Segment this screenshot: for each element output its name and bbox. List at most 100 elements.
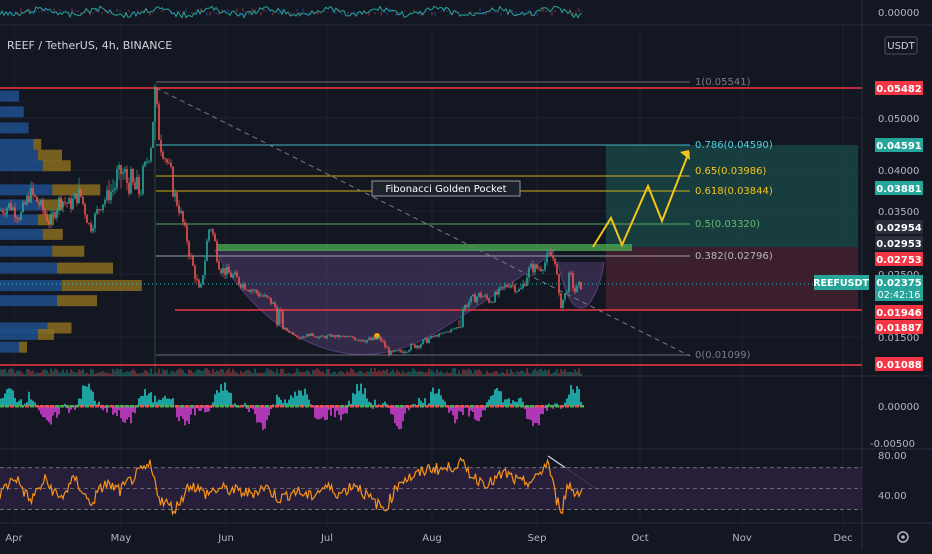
volume-bar xyxy=(528,373,530,376)
candle-body xyxy=(236,272,238,277)
candle-body xyxy=(354,338,356,341)
candle-body xyxy=(388,348,390,355)
volume-bar xyxy=(122,373,124,376)
candle-body xyxy=(316,337,318,338)
candle-body xyxy=(262,296,264,297)
volume-bar xyxy=(568,372,570,376)
candle-body xyxy=(380,337,382,341)
volume-bar xyxy=(62,370,64,376)
volume-bar xyxy=(478,369,480,376)
candle-body xyxy=(18,219,20,220)
candle-body xyxy=(478,293,480,297)
momentum-bar xyxy=(222,391,224,406)
candle-body xyxy=(318,337,320,338)
volume-bar xyxy=(140,373,142,376)
candle-body xyxy=(94,214,96,229)
volume-bar xyxy=(90,369,92,376)
volume-bar xyxy=(512,372,514,376)
candle-body xyxy=(368,338,370,340)
candle-body xyxy=(558,274,560,293)
momentum-bar xyxy=(520,398,522,406)
candle-body xyxy=(346,336,348,337)
volume-bar xyxy=(264,372,266,376)
candle-body xyxy=(14,208,16,218)
volume-bar xyxy=(178,368,180,376)
volume-bar xyxy=(316,368,318,376)
candle-body xyxy=(496,292,498,295)
volume-bar xyxy=(198,370,200,376)
candle-body xyxy=(528,268,530,278)
momentum-dot xyxy=(95,405,99,408)
candle-body xyxy=(324,336,326,338)
candle-body xyxy=(422,340,424,345)
candle-body xyxy=(24,203,26,205)
candle-body xyxy=(476,297,478,302)
candle-body xyxy=(270,298,272,304)
volume-bar xyxy=(384,371,386,376)
x-tick-6: Oct xyxy=(631,533,648,544)
candle-body xyxy=(294,335,296,336)
candle-body xyxy=(148,161,150,162)
volume-bar xyxy=(160,373,162,376)
momentum-bar xyxy=(122,406,124,422)
volume-bar xyxy=(578,368,580,376)
momentum-dot xyxy=(265,405,269,408)
candle-body xyxy=(490,302,492,303)
price-chart[interactable]: 1(0.05541)0.786(0.04590)0.65(0.03986)0.6… xyxy=(0,0,932,550)
volume-bar xyxy=(152,374,154,376)
momentum-bar xyxy=(214,394,216,406)
volume-bar xyxy=(558,373,560,376)
candle-body xyxy=(364,341,366,342)
volume-bar xyxy=(50,369,52,376)
momentum-bar xyxy=(90,390,92,406)
momentum-bar xyxy=(266,406,268,420)
candle-body xyxy=(88,223,90,224)
candle-body xyxy=(86,215,88,223)
momentum-dot xyxy=(25,405,29,408)
momentum-bar xyxy=(42,406,44,417)
momentum-bar xyxy=(356,384,358,406)
momentum-bar xyxy=(518,398,520,406)
momentum-bar xyxy=(490,396,492,406)
volume-bar xyxy=(196,370,198,376)
volume-bar xyxy=(88,374,90,376)
candle-body xyxy=(102,204,104,210)
volume-bar xyxy=(330,374,332,376)
volume-bar xyxy=(508,373,510,376)
momentum-dot xyxy=(110,405,114,408)
momentum-dot xyxy=(575,405,579,408)
volume-bar xyxy=(260,373,262,376)
candle-body xyxy=(258,293,260,296)
golden-pocket-annotation[interactable]: Fibonacci Golden Pocket xyxy=(372,181,520,196)
momentum-bar xyxy=(292,398,294,406)
momentum-tick-1: -0.00500 xyxy=(870,439,915,450)
fib-label-1: 0.786(0.04590) xyxy=(695,140,773,151)
candle-body xyxy=(378,337,380,338)
candle-body xyxy=(10,203,12,210)
momentum-dot xyxy=(535,405,539,408)
volume-bar xyxy=(58,373,60,376)
volume-bar xyxy=(8,370,10,376)
momentum-dot xyxy=(0,405,4,408)
y-tick-4: 0.01500 xyxy=(878,333,919,344)
momentum-bar xyxy=(290,395,292,406)
candle-body xyxy=(114,188,116,190)
volume-bar xyxy=(42,370,44,376)
volume-bar xyxy=(492,372,494,376)
momentum-bar xyxy=(0,399,2,406)
volume-bar xyxy=(314,370,316,376)
vp-bar-a-3 xyxy=(0,139,33,150)
candle-body xyxy=(366,340,368,342)
momentum-bar xyxy=(178,406,180,421)
candle-body xyxy=(96,209,98,214)
vp-bar-a-10 xyxy=(0,246,52,257)
volume-bar xyxy=(188,370,190,376)
momentum-bar xyxy=(432,388,434,406)
candle-body xyxy=(534,265,536,273)
volume-bar xyxy=(342,372,344,376)
candle-body xyxy=(196,279,198,280)
momentum-bar xyxy=(150,392,152,406)
momentum-dot xyxy=(395,405,399,408)
volume-bar xyxy=(24,374,26,376)
volume-bar xyxy=(382,370,384,376)
